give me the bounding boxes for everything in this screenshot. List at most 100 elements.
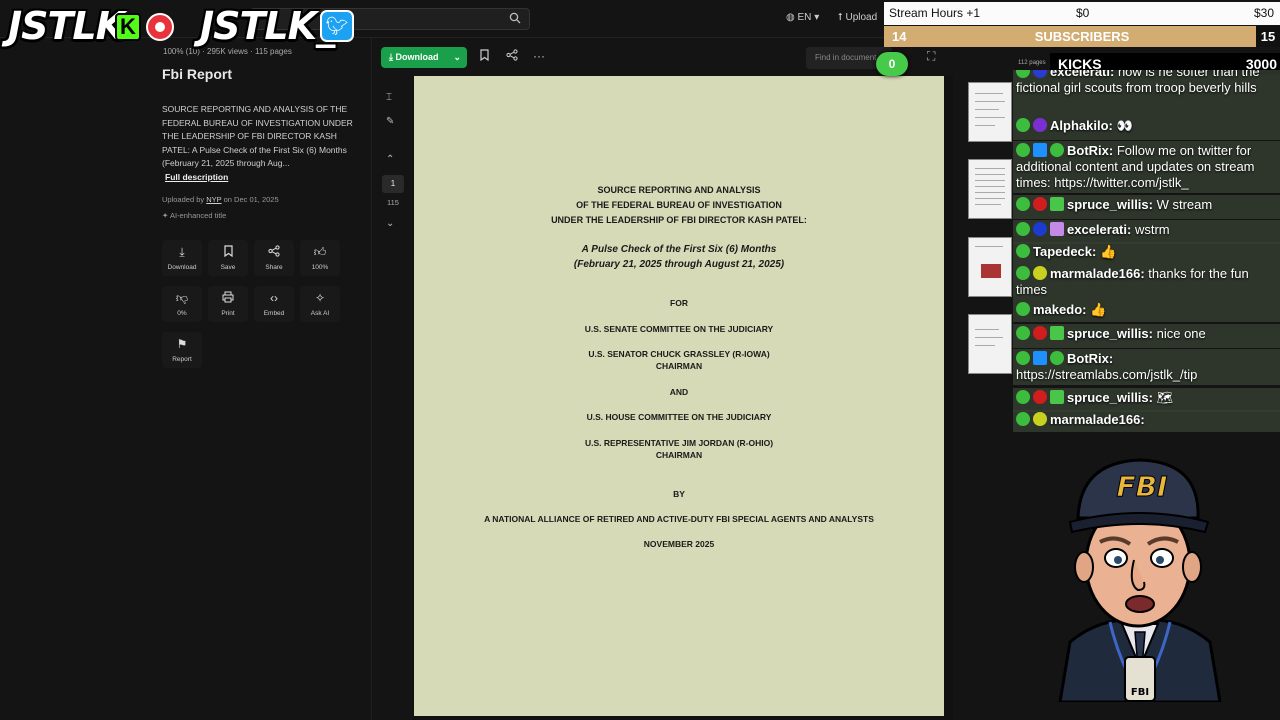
thumbs-up-icon: 👍︎ [313,245,327,259]
chat-username: BotRix: [1067,351,1114,366]
chat-message: marmalade166: thanks for the fun times [1013,264,1280,300]
ai-enhanced-note: ✦ AI-enhanced title [162,211,226,220]
chat-username: spruce_willis: [1067,390,1153,405]
thumbnail-page-count: 112 pages [1018,60,1046,66]
upload-button[interactable]: ⭡ Upload [838,12,877,23]
chat-message: excelerati: how is he softer than the fi… [1013,70,1280,116]
dislike-action[interactable]: 👎︎ 0% [162,286,202,322]
badge-icon [1016,302,1030,316]
avatar-chip [1033,326,1047,340]
avatar-chip [1033,197,1047,211]
page-heading-line: OF THE FEDERAL BUREAU OF INVESTIGATION [576,200,782,210]
chat-username: marmalade166: [1050,412,1145,427]
badge-icon [1016,351,1030,365]
gift-badge-icon [1050,222,1064,236]
chat-message: spruce_willis: nice one [1013,324,1280,348]
twitter-channel-logo: JSTLK_ [200,4,335,48]
action-label: Ask AI [310,310,330,317]
chevron-down-icon[interactable]: ⌄ [453,47,461,68]
avatar-chip [1033,222,1047,236]
download-button[interactable]: ⤓ Download ⌄ [381,47,467,68]
download-icon: ⤓ [389,52,393,62]
badge-icon [1016,118,1030,132]
page-total: 115 [387,198,399,207]
chevron-up-icon[interactable]: ⌃ [386,154,394,165]
uploaded-prefix: Uploaded by [162,195,205,204]
page-heading-line: SOURCE REPORTING AND ANALYSIS [597,185,761,195]
related-document-thumbnail[interactable] [968,237,1012,297]
upload-label: Upload [845,12,878,23]
document-viewer[interactable]: SOURCE REPORTING AND ANALYSIS OF THE FED… [413,76,953,720]
flag-icon: ⚑ [176,337,188,351]
chat-username: Tapedeck: [1033,244,1097,259]
bookmark-icon[interactable] [480,49,489,64]
uploader-link[interactable]: NYP [206,195,221,204]
document-toolbar: ⤓ Download ⌄ ··· Find in document ⛶ [373,38,953,76]
badge-icon [1016,70,1030,78]
kick-channel-logo: JSTLK [8,4,125,48]
uploaded-by: Uploaded by NYP on Dec 01, 2025 [162,195,279,204]
report-action[interactable]: ⚑ Report [162,332,202,368]
subs-label: SUBSCRIBERS [1034,29,1130,44]
gift-badge-icon [1050,326,1064,340]
action-label: Share [265,264,283,271]
print-action[interactable]: Print [208,286,248,322]
language-selector[interactable]: ◍ EN ▾ [786,12,819,23]
annotate-icon[interactable]: ✎ [386,116,394,127]
action-label: Download [167,264,197,271]
page-date: NOVEMBER 2025 [643,539,715,549]
page-navigation-rail: ⌶ ✎ ⌃ 1 115 ⌄ [373,76,413,720]
badge-icon [1016,222,1030,236]
chat-text: W stream [1156,197,1213,212]
chat-text: 👍 [1090,302,1107,317]
chat-text: https://streamlabs.com/jstlk_/tip [1016,367,1198,382]
avatar-chip [1033,266,1047,280]
current-page-input[interactable]: 1 [382,175,404,193]
save-action[interactable]: Save [208,240,248,276]
fullscreen-icon[interactable]: ⛶ [927,49,935,64]
page-heading-line: UNDER THE LEADERSHIP OF FBI DIRECTOR KAS… [551,215,807,225]
download-action[interactable]: ⤓ Download [162,240,202,276]
text-select-icon[interactable]: ⌶ [386,92,392,103]
action-label: 0% [177,310,187,317]
badge-icon [1016,143,1030,157]
chevron-down-icon[interactable]: ⌄ [386,218,394,229]
document-stats: 100% (10) · 295K views · 115 pages [163,47,292,56]
chat-text: 👀 [1116,118,1133,133]
action-label: Save [220,264,236,271]
chat-text: 👍 [1099,244,1117,259]
avatar-chip [1033,412,1047,426]
like-action[interactable]: 👍︎ 100% [300,240,340,276]
page-chairman: CHAIRMAN [655,361,703,371]
page-house-committee: U.S. HOUSE COMMITTEE ON THE JUDICIARY [586,412,772,422]
goal-target: $30 [1253,6,1274,20]
chat-username: spruce_willis: [1067,197,1153,212]
uploaded-date: on Dec 01, 2025 [223,195,279,204]
bookmark-icon [208,245,248,259]
chat-text: wstrm [1134,222,1170,237]
globe-icon: ◍ [786,12,795,23]
share-icon[interactable] [506,49,518,64]
search-icon[interactable] [509,12,521,27]
page-and-label: AND [669,387,689,397]
subscriber-goal-bar: 14 SUBSCRIBERS 15 [884,26,1280,47]
language-label: EN [797,12,812,23]
ask-ai-action[interactable]: ✧ Ask AI [300,286,340,322]
embed-action[interactable]: ‹› Embed [254,286,294,322]
share-action[interactable]: Share [254,240,294,276]
badge-icon [1016,197,1030,211]
more-options-icon[interactable]: ··· [533,49,545,63]
stream-chat: excelerati: how is he softer than the fi… [1013,70,1280,432]
related-document-thumbnail[interactable] [968,159,1012,219]
full-description-link[interactable]: Full description [165,172,228,182]
avatar-chip [1033,70,1047,78]
document-page: SOURCE REPORTING AND ANALYSIS OF THE FED… [414,76,944,716]
chat-text: nice one [1156,326,1206,341]
action-label: Print [221,310,235,317]
chat-message: excelerati: wstrm [1013,220,1280,244]
related-document-thumbnail[interactable] [968,314,1012,374]
document-description: SOURCE REPORTING AND ANALYSIS OF THE FED… [162,104,353,168]
badge-icon [1016,266,1030,280]
related-document-thumbnail[interactable] [968,82,1012,142]
chat-message: spruce_willis: 🗺 [1013,388,1280,412]
